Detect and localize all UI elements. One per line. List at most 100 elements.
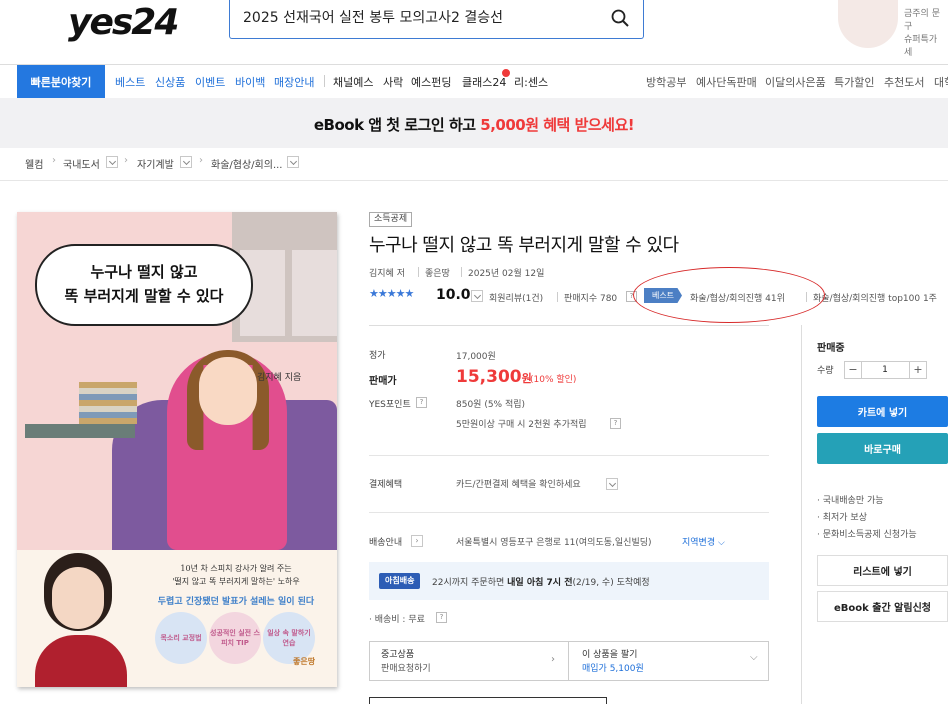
sale-status: 판매중 bbox=[817, 343, 845, 354]
delivery-label: 배송안내 bbox=[369, 538, 403, 548]
publish-date: 2025년 02월 12일 bbox=[468, 269, 545, 279]
point-value: 850원 (5% 적립) bbox=[456, 400, 526, 410]
chevron-down-icon[interactable] bbox=[606, 478, 618, 490]
quantity-input[interactable]: 1 bbox=[861, 361, 909, 379]
breadcrumb-separator: › bbox=[52, 155, 56, 166]
cover-publisher: 좋은땅 bbox=[293, 657, 316, 666]
review-link[interactable]: 회원리뷰(1건) bbox=[489, 291, 543, 304]
breadcrumb-separator: › bbox=[124, 155, 128, 166]
list-price-label: 정가 bbox=[369, 351, 386, 361]
yes24-logo[interactable]: yes24 bbox=[68, 2, 179, 43]
partial-button[interactable] bbox=[369, 697, 607, 704]
sale-price: 15,300원 bbox=[456, 367, 532, 387]
divider bbox=[369, 455, 769, 456]
new-dot-icon bbox=[502, 69, 510, 77]
nav-recommend[interactable]: 추천도서 bbox=[884, 74, 924, 90]
info-bullet: · 문화비소득공제 신청가능 bbox=[817, 530, 917, 540]
ebook-alert-button[interactable]: eBook 출간 알림신청 bbox=[817, 591, 948, 622]
nav-gift[interactable]: 이달의사은품 bbox=[765, 74, 826, 90]
search-icon[interactable] bbox=[611, 9, 629, 27]
payment-benefit-link[interactable]: 카드/간편결제 혜택을 확인하세요 bbox=[456, 477, 581, 490]
cover-title: 누구나 떨지 않고 똑 부러지게 말할 수 있다 bbox=[64, 263, 224, 305]
used-label: 중고상품 bbox=[381, 650, 415, 660]
discount-rate: (10% 할인) bbox=[530, 375, 577, 385]
sales-index: 판매지수 780 bbox=[564, 294, 618, 304]
chevron-right-icon[interactable]: › bbox=[551, 654, 555, 665]
cover-badge: 성공적인 실전 스피치 TIP bbox=[209, 612, 261, 664]
divider bbox=[557, 292, 558, 302]
breadcrumb-cat1[interactable]: 국내도서 bbox=[63, 156, 100, 171]
nav-event[interactable]: 이벤트 bbox=[195, 74, 225, 90]
cover-badge: 목소리 교정법 bbox=[155, 612, 207, 664]
cover-face-art bbox=[199, 357, 257, 425]
change-region-link[interactable]: 지역변경 ⌵ bbox=[682, 535, 725, 548]
cover-table-art bbox=[25, 424, 135, 438]
banner-text[interactable]: eBook 앱 첫 로그인 하고 5,000원 혜택 받으세요! bbox=[0, 114, 948, 135]
chevron-down-icon[interactable] bbox=[471, 290, 483, 302]
chevron-right-icon[interactable]: › bbox=[411, 535, 423, 547]
point-label: YES포인트 bbox=[369, 400, 411, 410]
add-to-cart-button[interactable]: 카트에 넣기 bbox=[817, 396, 948, 427]
cover-author: 김지혜 지음 bbox=[257, 373, 302, 383]
breadcrumb-cat2[interactable]: 자기계발 bbox=[137, 156, 174, 171]
book-cover[interactable]: 누구나 떨지 않고 똑 부러지게 말할 수 있다 김지혜 지음 10년 차 스피… bbox=[17, 212, 337, 687]
delivery-address: 서울특별시 영등포구 은행로 11(여의도동,일신빌딩) bbox=[456, 538, 652, 548]
promo-image[interactable] bbox=[838, 0, 898, 48]
divider bbox=[369, 512, 769, 513]
nav-divider bbox=[324, 75, 325, 87]
rank-top100-link[interactable]: 화술/협상/회의진행 top100 1주 bbox=[813, 291, 937, 304]
payment-label: 결제혜택 bbox=[369, 480, 403, 490]
divider bbox=[801, 325, 802, 704]
cover-subtitle: 10년 차 스피치 강사가 알려 주는 '떨지 않고 똑 부러지게 말하는' 노… bbox=[172, 564, 300, 586]
info-bullet: · 국내배송만 가능 bbox=[817, 496, 884, 506]
divider bbox=[418, 267, 419, 277]
breadcrumb-home[interactable]: 웰컴 bbox=[25, 156, 43, 171]
quantity-increase-button[interactable]: + bbox=[909, 361, 927, 379]
morning-delivery-badge: 아침배송 bbox=[379, 573, 421, 589]
nav-exclusive[interactable]: 예사단독판매 bbox=[696, 74, 757, 90]
cover-highlight: 두렵고 긴장됐던 발표가 설레는 일이 된다 bbox=[157, 597, 315, 607]
annotation-ellipse bbox=[633, 267, 825, 323]
nav-funding[interactable]: 예스펀딩 bbox=[411, 74, 451, 90]
author-link[interactable]: 김지혜 저 bbox=[369, 266, 405, 279]
cover-books-art bbox=[79, 382, 137, 424]
quick-category-button[interactable]: 빠른분야찾기 bbox=[17, 65, 105, 98]
promo-text[interactable]: 금주의 문구 슈퍼특가 세 bbox=[904, 8, 948, 60]
help-icon[interactable]: ? bbox=[610, 418, 621, 429]
chevron-down-icon[interactable]: ⌵ bbox=[750, 652, 758, 663]
help-icon[interactable]: ? bbox=[416, 397, 427, 408]
add-to-list-button[interactable]: 리스트에 넣기 bbox=[817, 555, 948, 586]
author-photo bbox=[27, 557, 132, 687]
info-bullet: · 최저가 보상 bbox=[817, 513, 867, 523]
nav-license[interactable]: 리:센스 bbox=[514, 74, 548, 90]
search-bar[interactable] bbox=[229, 0, 644, 39]
buy-now-button[interactable]: 바로구매 bbox=[817, 433, 948, 464]
quantity-decrease-button[interactable]: − bbox=[844, 361, 862, 379]
breadcrumb-cat3[interactable]: 화술/협상/회의... bbox=[211, 156, 282, 171]
quantity-label: 수량 bbox=[817, 366, 834, 376]
nav-class24[interactable]: 클래스24 bbox=[462, 74, 506, 90]
product-title: 누구나 떨지 않고 똑 부러지게 말할 수 있다 bbox=[369, 235, 679, 256]
nav-university[interactable]: 대학 bbox=[934, 74, 948, 90]
rating-score: 10.0 bbox=[436, 287, 471, 303]
help-icon[interactable]: ? bbox=[436, 612, 447, 623]
list-price: 17,000원 bbox=[456, 352, 496, 362]
rating-stars-icon: ★★★★★ bbox=[369, 287, 414, 300]
divider bbox=[0, 180, 948, 181]
tax-deduction-badge: 소득공제 bbox=[369, 212, 413, 227]
publisher-link[interactable]: 좋은땅 bbox=[425, 266, 450, 279]
chevron-down-icon[interactable] bbox=[180, 156, 192, 168]
shipping-fee: · 배송비 : 무료 bbox=[369, 615, 425, 625]
nav-buyback[interactable]: 바이백 bbox=[235, 74, 265, 90]
nav-vacation[interactable]: 방학공부 bbox=[646, 74, 686, 90]
divider bbox=[461, 267, 462, 277]
nav-best[interactable]: 베스트 bbox=[115, 74, 145, 90]
chevron-down-icon[interactable] bbox=[106, 156, 118, 168]
nav-sarak[interactable]: 사락 bbox=[383, 74, 403, 90]
nav-channelyes[interactable]: 채널예스 bbox=[333, 74, 373, 90]
search-input[interactable] bbox=[243, 9, 593, 25]
nav-new[interactable]: 신상품 bbox=[155, 74, 185, 90]
nav-discount[interactable]: 특가할인 bbox=[834, 74, 874, 90]
nav-store[interactable]: 매장안내 bbox=[274, 74, 314, 90]
chevron-down-icon[interactable] bbox=[287, 156, 299, 168]
